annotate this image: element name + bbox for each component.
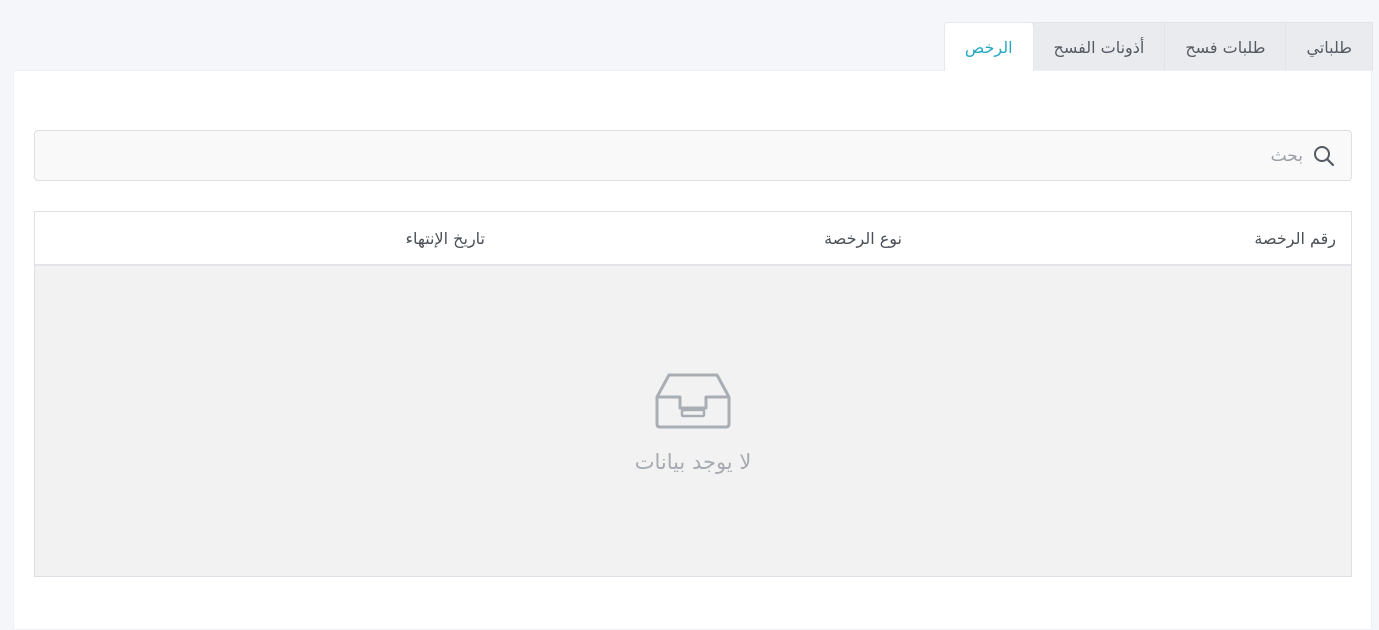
column-license-type[interactable]: نوع الرخصة xyxy=(824,212,902,264)
search-icon[interactable] xyxy=(1313,145,1335,167)
tab-clearance-permits[interactable]: أذونات الفسح xyxy=(1032,22,1166,71)
column-license-number[interactable]: رقم الرخصة xyxy=(1254,212,1336,264)
column-expiry-date[interactable]: تاريخ الإنتهاء xyxy=(405,212,485,264)
table-header: رقم الرخصة نوع الرخصة تاريخ الإنتهاء xyxy=(35,212,1351,266)
empty-state: لا يوجد بيانات xyxy=(35,372,1351,474)
inbox-icon xyxy=(655,373,731,429)
table-body: لا يوجد بيانات xyxy=(35,266,1351,576)
tab-clearance-requests[interactable]: طلبات فسح xyxy=(1164,22,1287,71)
tab-my-requests[interactable]: طلباتي xyxy=(1285,22,1373,71)
search-input[interactable] xyxy=(35,131,1303,180)
search-box xyxy=(34,130,1352,181)
licenses-table: رقم الرخصة نوع الرخصة تاريخ الإنتهاء لا … xyxy=(34,211,1352,577)
licenses-panel: رقم الرخصة نوع الرخصة تاريخ الإنتهاء لا … xyxy=(13,70,1372,630)
tab-bar: طلباتي طلبات فسح أذونات الفسح الرخص xyxy=(943,22,1373,71)
empty-state-text: لا يوجد بيانات xyxy=(634,450,752,474)
tab-licenses[interactable]: الرخص xyxy=(943,22,1034,71)
